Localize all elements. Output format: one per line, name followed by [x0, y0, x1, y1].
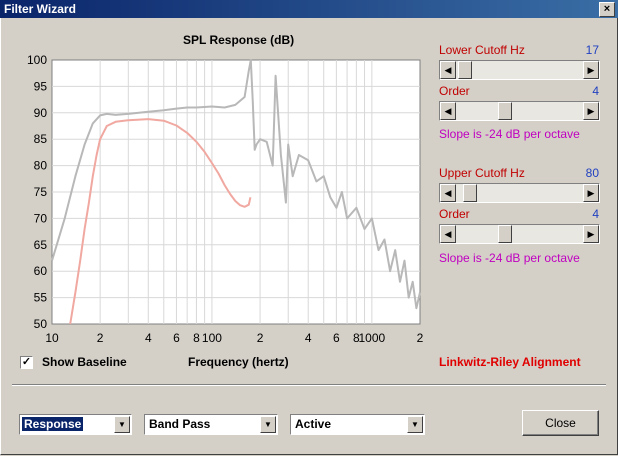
lower-order-thumb[interactable] [498, 102, 513, 120]
filter-type-select-value: Band Pass [149, 417, 211, 431]
mode-dropdown-icon[interactable]: ▼ [407, 416, 423, 433]
y-tick-label: 95 [34, 79, 48, 93]
lower-slope-text: Slope is -24 dB per octave [439, 127, 580, 141]
upper-cutoff-slider[interactable]: ◀ ▶ [439, 183, 600, 203]
view-select-dropdown-icon[interactable]: ▼ [114, 416, 130, 433]
y-tick-label: 75 [34, 185, 48, 199]
show-baseline-label[interactable]: Show Baseline [42, 355, 127, 369]
lower-cutoff-slider[interactable]: ◀ ▶ [439, 60, 600, 80]
x-tick-label: 1000 [359, 331, 386, 345]
check-icon: ✓ [21, 356, 32, 368]
lower-order-label: Order [439, 84, 470, 98]
lower-order-left-arrow-icon[interactable]: ◀ [440, 102, 456, 120]
y-tick-label: 60 [34, 264, 48, 278]
upper-cutoff-left-arrow-icon[interactable]: ◀ [440, 184, 456, 202]
filter-type-dropdown-icon[interactable]: ▼ [260, 416, 276, 433]
upper-order-left-arrow-icon[interactable]: ◀ [440, 225, 456, 243]
x-tick-label: 2 [97, 331, 104, 345]
upper-order-slider[interactable]: ◀ ▶ [439, 224, 600, 244]
alignment-text: Linkwitz-Riley Alignment [439, 355, 581, 369]
show-baseline-checkbox[interactable]: ✓ [20, 356, 33, 369]
upper-order-label: Order [439, 207, 470, 221]
lower-cutoff-label: Lower Cutoff Hz [439, 43, 525, 57]
x-tick-labels: 10 2 4 6 8 100 2 4 6 81000 2 [45, 331, 423, 345]
view-select[interactable]: Response ▼ [19, 414, 132, 435]
y-tick-label: 85 [34, 132, 48, 146]
y-tick-label: 80 [34, 159, 48, 173]
x-tick-label: 2 [257, 331, 264, 345]
x-tick-label: 6 [173, 331, 180, 345]
lower-order-slider[interactable]: ◀ ▶ [439, 101, 600, 121]
x-tick-label: 10 [45, 331, 59, 345]
upper-order-value: 4 [592, 207, 599, 221]
upper-cutoff-value: 80 [585, 166, 599, 180]
y-tick-label: 50 [34, 317, 48, 331]
upper-slope-text: Slope is -24 dB per octave [439, 251, 580, 265]
y-tick-label: 100 [27, 53, 47, 67]
lower-cutoff-right-arrow-icon[interactable]: ▶ [583, 61, 599, 79]
lower-cutoff-thumb[interactable] [458, 61, 473, 79]
upper-cutoff-right-arrow-icon[interactable]: ▶ [583, 184, 599, 202]
x-tick-label: 2 [417, 331, 424, 345]
lower-cutoff-left-arrow-icon[interactable]: ◀ [440, 61, 456, 79]
y-tick-label: 90 [34, 106, 48, 120]
mode-select-value: Active [295, 417, 332, 431]
y-tick-label: 55 [34, 291, 48, 305]
x-tick-label: 4 [145, 331, 152, 345]
upper-order-thumb[interactable] [498, 225, 513, 243]
x-tick-label: 8 [193, 331, 200, 345]
lower-order-right-arrow-icon[interactable]: ▶ [583, 102, 599, 120]
lower-cutoff-value: 17 [585, 43, 599, 57]
y-tick-label: 65 [34, 238, 48, 252]
upper-cutoff-label: Upper Cutoff Hz [439, 166, 525, 180]
x-tick-label: 100 [202, 331, 222, 345]
mode-select[interactable]: Active ▼ [290, 414, 425, 435]
filter-type-select[interactable]: Band Pass ▼ [144, 414, 278, 435]
x-tick-label: 4 [305, 331, 312, 345]
close-button[interactable]: Close [522, 410, 599, 436]
y-tick-label: 70 [34, 211, 48, 225]
y-tick-labels: 100 95 90 85 80 75 70 65 60 55 50 [27, 53, 47, 331]
separator [12, 384, 606, 386]
upper-order-right-arrow-icon[interactable]: ▶ [583, 225, 599, 243]
x-axis-label: Frequency (hertz) [188, 355, 289, 369]
x-tick-label: 6 [333, 331, 340, 345]
lower-order-value: 4 [592, 84, 599, 98]
upper-cutoff-thumb[interactable] [462, 184, 477, 202]
view-select-value: Response [22, 417, 84, 431]
